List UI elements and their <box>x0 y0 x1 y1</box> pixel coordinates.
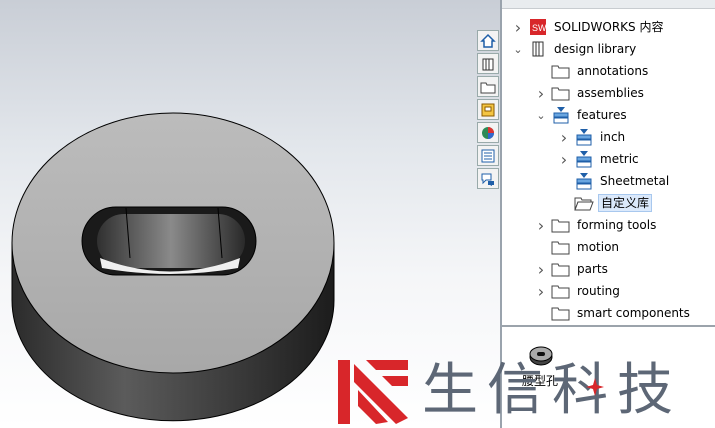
tree-item-label: design library <box>554 42 637 56</box>
parts-icon <box>482 58 494 70</box>
tree-item[interactable]: motion <box>502 236 715 258</box>
tab-file-explorer[interactable] <box>477 76 499 97</box>
home-icon <box>480 33 496 48</box>
tree-item[interactable]: › inch <box>502 126 715 148</box>
tree-item-label: metric <box>600 152 639 166</box>
folder-icon <box>551 282 571 300</box>
feature-icon <box>551 106 571 124</box>
feature-icon <box>574 172 594 190</box>
sparkle-icon <box>586 378 604 396</box>
panel-splitter[interactable] <box>502 325 715 327</box>
tree-item[interactable]: 自定义库 <box>502 192 715 214</box>
tree-item-label: annotations <box>577 64 649 78</box>
library-tree: › SW SOLIDWORKS 内容 ⌄ design library annotatio… <box>502 16 715 324</box>
folder-icon <box>480 82 496 93</box>
folder-icon <box>551 260 571 278</box>
watermark-text: 生信科技 <box>422 358 682 423</box>
forum-icon <box>481 173 494 186</box>
tree-item-label: parts <box>577 262 608 276</box>
task-pane-tabs <box>475 30 501 200</box>
tree-item-label: SOLIDWORKS 内容 <box>554 20 664 34</box>
chevron-right-icon[interactable]: › <box>558 150 570 169</box>
brand-logo-icon <box>338 360 408 424</box>
folder-icon <box>551 62 571 80</box>
tree-item[interactable]: › routing <box>502 280 715 302</box>
chevron-right-icon[interactable]: › <box>558 128 570 147</box>
tree-item-label: routing <box>577 284 620 298</box>
folder-icon <box>551 304 571 322</box>
chevron-right-icon[interactable]: › <box>535 84 547 103</box>
tab-forum[interactable] <box>477 168 499 189</box>
watermark: 生信科技 <box>336 356 715 428</box>
tree-item-label: 自定义库 <box>598 194 653 212</box>
tree-item-label: features <box>577 108 627 122</box>
library-icon <box>528 40 548 58</box>
feature-icon <box>574 150 594 168</box>
tab-custom-properties[interactable] <box>477 145 499 166</box>
chevron-down-icon[interactable]: ⌄ <box>512 43 524 56</box>
tree-item-label: forming tools <box>577 218 657 232</box>
chevron-right-icon[interactable]: › <box>535 216 547 235</box>
tab-scenes[interactable] <box>477 122 499 143</box>
tree-item[interactable]: Sheetmetal <box>502 170 715 192</box>
tab-parts[interactable] <box>477 53 499 74</box>
solidworks-icon: SW <box>528 18 548 36</box>
tree-item-label: inch <box>600 130 626 144</box>
chevron-right-icon[interactable]: › <box>535 260 547 279</box>
folder-icon <box>551 84 571 102</box>
tree-item[interactable]: smart components <box>502 302 715 324</box>
chevron-down-icon[interactable]: ⌄ <box>535 109 547 122</box>
tree-item[interactable]: › metric <box>502 148 715 170</box>
properties-list-icon <box>481 149 495 162</box>
tree-item-label: smart components <box>577 306 690 320</box>
tree-item[interactable]: › parts <box>502 258 715 280</box>
tree-item[interactable]: › forming tools <box>502 214 715 236</box>
folder-icon <box>551 216 571 234</box>
folder-open-icon <box>574 194 594 212</box>
tree-item-label: motion <box>577 240 620 254</box>
feature-icon <box>574 128 594 146</box>
svg-text:SW: SW <box>532 23 547 33</box>
tree-item[interactable]: › SW SOLIDWORKS 内容 <box>502 16 715 38</box>
color-wheel-icon <box>482 126 494 139</box>
chevron-right-icon[interactable]: › <box>512 18 524 37</box>
panel-header <box>502 0 715 9</box>
folder-icon <box>551 238 571 256</box>
tree-item[interactable]: annotations <box>502 60 715 82</box>
tab-home[interactable] <box>477 30 499 51</box>
tree-item-label: Sheetmetal <box>600 174 670 188</box>
appearance-icon <box>481 103 495 116</box>
tree-item[interactable]: ⌄ design library <box>502 38 715 60</box>
tree-item-label: assemblies <box>577 86 644 100</box>
tree-item[interactable]: ⌄ features <box>502 104 715 126</box>
tab-appearances[interactable] <box>477 99 499 120</box>
tree-item[interactable]: › assemblies <box>502 82 715 104</box>
chevron-right-icon[interactable]: › <box>535 282 547 301</box>
